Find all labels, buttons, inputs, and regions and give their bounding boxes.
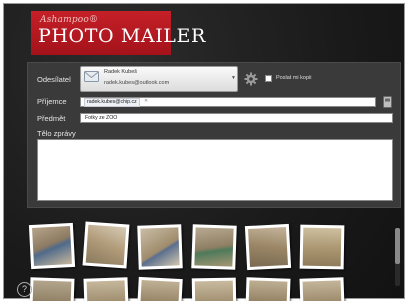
sender-email: radek.kubes@outlook.com <box>104 80 170 86</box>
photo-thumbnail[interactable] <box>191 224 237 270</box>
brand-product: PHOTO MAILER <box>38 25 206 47</box>
message-body-field[interactable] <box>37 139 393 201</box>
cc-checkbox[interactable] <box>265 75 272 82</box>
recipient-chip[interactable]: radek.kubes@chip.cz <box>84 98 140 107</box>
photo-thumbnail[interactable] <box>299 224 345 270</box>
address-book-icon[interactable] <box>383 96 392 108</box>
application-window: Ashampoo® PHOTO MAILER Odesílatel Radek … <box>0 0 410 301</box>
sender-name: Radek Kubeš <box>104 69 138 75</box>
help-icon[interactable]: ? <box>17 282 32 297</box>
cc-label: Poslat mi kopii <box>276 75 312 81</box>
photo-thumbnail[interactable] <box>29 277 75 301</box>
photo-thumbnail[interactable] <box>299 277 345 301</box>
photo-thumbnail[interactable] <box>245 277 291 301</box>
scrollbar-thumb[interactable] <box>395 228 400 264</box>
photo-thumbnail[interactable] <box>137 276 183 301</box>
photo-strip <box>18 215 398 301</box>
photo-thumbnail[interactable] <box>28 222 76 270</box>
photo-thumbnail[interactable] <box>244 223 292 271</box>
subject-label: Předmět <box>37 114 66 123</box>
photo-thumbnail[interactable] <box>83 277 129 301</box>
photo-thumbnail[interactable] <box>82 221 130 269</box>
subject-field[interactable] <box>80 113 393 123</box>
recipient-label: Příjemce <box>37 97 67 106</box>
subject-value: Fotky ze ZOO <box>85 114 118 121</box>
body-label: Tělo zprávy <box>37 129 76 138</box>
envelope-icon <box>84 71 99 82</box>
photo-thumbnail[interactable] <box>191 277 237 301</box>
sender-label: Odesílatel <box>37 75 71 84</box>
dropdown-arrow-icon[interactable]: ▼ <box>231 75 236 81</box>
photo-thumbnail[interactable] <box>137 224 183 270</box>
gear-icon[interactable] <box>244 72 258 86</box>
brand-company: Ashampoo® <box>40 15 99 25</box>
close-icon[interactable]: ✕ <box>144 98 148 104</box>
